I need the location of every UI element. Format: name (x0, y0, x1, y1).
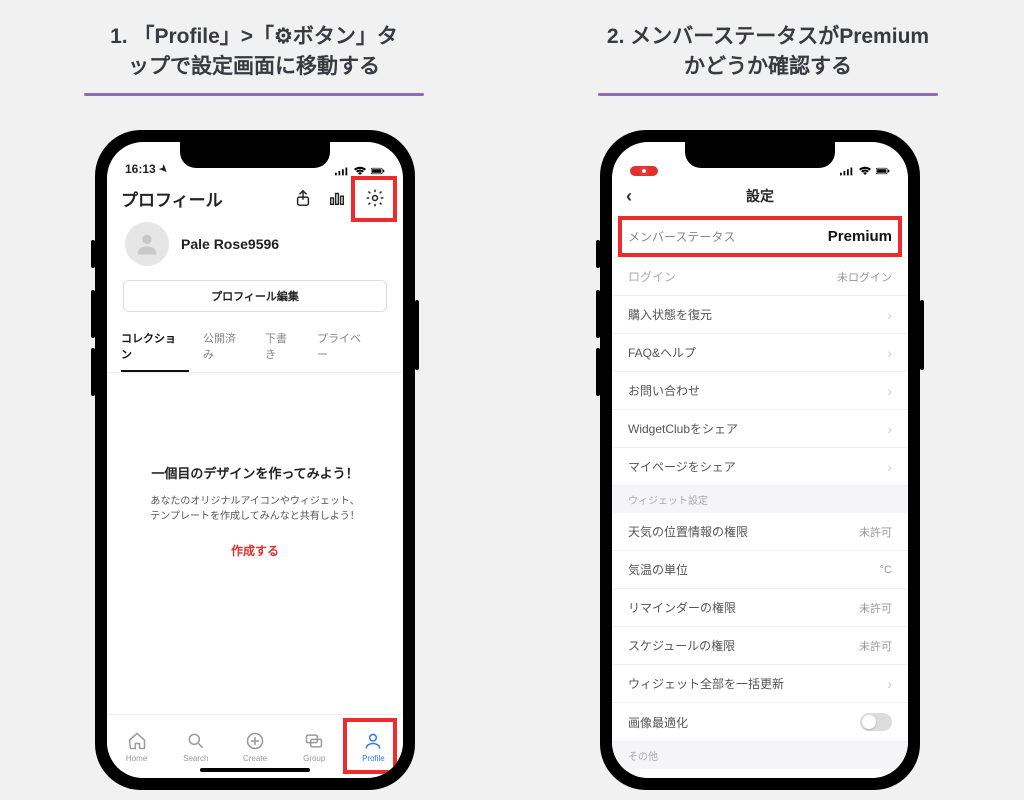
notch (685, 142, 835, 168)
row-share-mypage[interactable]: マイページをシェア › (612, 448, 908, 486)
tab-home-label: Home (126, 754, 147, 763)
chat-icon (303, 730, 325, 752)
home-indicator (200, 768, 310, 772)
tab-published[interactable]: 公開済み (203, 322, 251, 372)
step2-line2: かどうか確認する (684, 55, 852, 78)
empty-body2: テンプレートを作成してみんなと共有しよう！ (150, 511, 359, 522)
step2-underline (598, 93, 938, 96)
empty-body1: あなたのオリジナルアイコンやウィジェット、 (150, 496, 359, 507)
settings-nav: ‹ 設定 (612, 178, 908, 216)
username: Pale Rose9596 (181, 236, 279, 252)
tab-search-label: Search (183, 754, 208, 763)
step1-line2: ップで設定画面に移動する (128, 55, 380, 78)
highlight-profile-tab (343, 718, 397, 774)
chevron-right-icon: › (887, 676, 892, 692)
row-weather-perm[interactable]: 天気の位置情報の権限 未許可 (612, 513, 908, 551)
notch (180, 142, 330, 168)
user-row: Pale Rose9596 (107, 218, 403, 274)
header-title: プロフィール (121, 186, 223, 211)
highlight-gear (351, 176, 397, 222)
plus-circle-icon (244, 730, 266, 752)
toggle-switch[interactable] (860, 713, 892, 731)
step2-line1: 2. メンバーステータスがPremium (607, 25, 929, 48)
chevron-right-icon: › (887, 421, 892, 437)
battery-icon (876, 166, 890, 176)
share-icon[interactable] (293, 188, 313, 208)
tab-create-label: Create (243, 754, 267, 763)
tab-draft[interactable]: 下書き (265, 322, 303, 372)
row-member-status[interactable]: メンバーステータス Premium (612, 216, 908, 258)
stats-icon[interactable] (327, 188, 347, 208)
back-button[interactable]: ‹ (626, 186, 632, 207)
empty-state: 一個目のデザインを作ってみよう！ あなたのオリジナルアイコンやウィジェット、 テ… (107, 373, 403, 559)
avatar[interactable] (125, 222, 169, 266)
phone-profile: 16:13 ➤ プロフィール (95, 130, 415, 790)
highlight-member-status (618, 216, 902, 257)
row-contact[interactable]: お問い合わせ › (612, 372, 908, 410)
edit-profile-button[interactable]: プロフィール編集 (123, 280, 387, 312)
row-refresh-all[interactable]: ウィジェット全部を一括更新 › (612, 665, 908, 703)
profile-tabs: コレクション 公開済み 下書き プライベー (107, 322, 403, 373)
row-schedule-perm[interactable]: スケジュールの権限 未許可 (612, 627, 908, 665)
settings-list: メンバーステータス Premium ログイン 未ログイン 購入状態を復元 › F… (612, 216, 908, 778)
search-icon (185, 730, 207, 752)
chevron-right-icon: › (887, 345, 892, 361)
tab-home[interactable]: Home (107, 715, 166, 778)
section-widget: ウィジェット設定 (612, 486, 908, 513)
row-login[interactable]: ログイン 未ログイン (612, 258, 908, 296)
location-arrow-icon: ➤ (156, 162, 170, 176)
create-link[interactable]: 作成する (131, 542, 379, 559)
home-icon (126, 730, 148, 752)
section-other: その他 (612, 742, 908, 769)
chevron-right-icon: › (887, 383, 892, 399)
step1-underline (84, 93, 424, 96)
tab-private[interactable]: プライベー (317, 322, 375, 372)
empty-title: 一個目のデザインを作ってみよう！ (131, 463, 379, 482)
row-reminder-perm[interactable]: リマインダーの権限 未許可 (612, 589, 908, 627)
wifi-icon (858, 166, 872, 176)
chevron-right-icon: › (887, 307, 892, 323)
recording-pill[interactable] (630, 166, 658, 176)
record-icon (640, 167, 648, 175)
row-restore[interactable]: 購入状態を復元 › (612, 296, 908, 334)
tab-collection[interactable]: コレクション (121, 322, 189, 372)
row-share-app[interactable]: WidgetClubをシェア › (612, 410, 908, 448)
row-temp-unit[interactable]: 気温の単位 °C (612, 551, 908, 589)
tab-group-label: Group (303, 754, 325, 763)
battery-icon (371, 166, 385, 176)
profile-header: プロフィール (107, 178, 403, 218)
step1-line1: 1. 「Profile」>「⚙ボタン」タ (110, 25, 398, 48)
row-user-terms[interactable]: ユーザー利用規約 › (612, 769, 908, 778)
settings-title: 設定 (746, 188, 774, 204)
step2-heading: 2. メンバーステータスがPremium かどうか確認する (548, 22, 988, 96)
signal-icon (840, 166, 854, 176)
signal-icon (335, 166, 349, 176)
row-faq[interactable]: FAQ&ヘルプ › (612, 334, 908, 372)
wifi-icon (353, 166, 367, 176)
phone-settings: ‹ 設定 メンバーステータス Premium ログイン 未ログイン 購入状態を復… (600, 130, 920, 790)
status-time: 16:13 (125, 162, 156, 176)
step1-heading: 1. 「Profile」>「⚙ボタン」タ ップで設定画面に移動する (34, 22, 474, 96)
chevron-right-icon: › (887, 459, 892, 475)
row-image-opt[interactable]: 画像最適化 (612, 703, 908, 742)
